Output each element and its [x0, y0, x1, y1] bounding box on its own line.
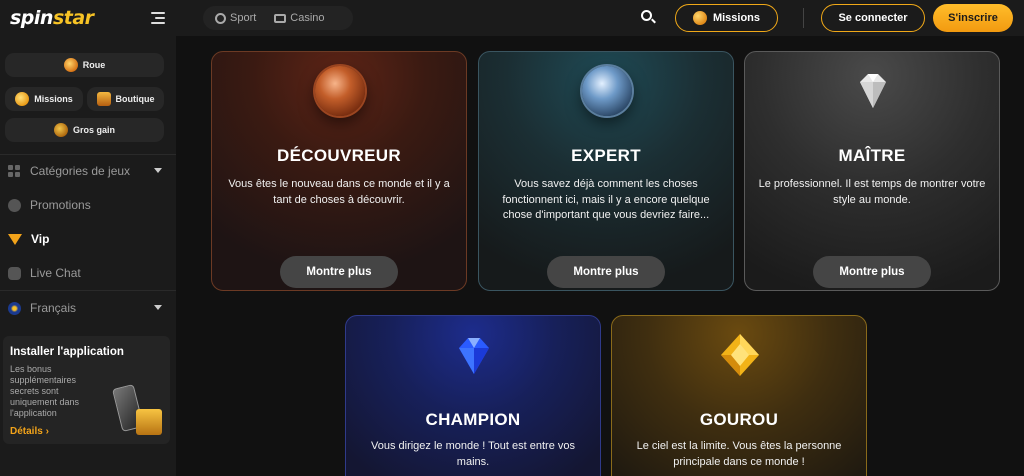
- promo-icon: [8, 198, 21, 212]
- sidebar: Roue Missions Boutique Gros gain Catégor…: [0, 36, 176, 476]
- gold-gem-icon: [721, 334, 759, 376]
- level-description: Le ciel est la limite. Vous êtes la pers…: [636, 440, 842, 468]
- cookie-icon: [53, 123, 68, 137]
- coin-icon: [15, 92, 30, 106]
- level-description: Le professionnel. Il est temps de montre…: [758, 178, 986, 206]
- level-description: Vous êtes le nouveau dans ce monde et il…: [228, 178, 450, 206]
- sidebar-quick-boutique[interactable]: Boutique: [87, 87, 164, 111]
- bronze-medal-icon: [315, 66, 365, 116]
- nav-casino[interactable]: Casino: [274, 12, 325, 24]
- top-nav: Sport Casino: [203, 6, 353, 30]
- logo-text-spin: spin: [10, 7, 53, 29]
- sidebar-quick-label: Gros gain: [72, 125, 115, 135]
- chest-icon: [96, 92, 111, 106]
- sidebar-quick-missions[interactable]: Missions: [5, 87, 83, 111]
- missions-button-label: Missions: [712, 12, 761, 24]
- install-app-card[interactable]: Installer l'application Les bonus supplé…: [3, 336, 170, 444]
- language-selector[interactable]: Français: [8, 298, 168, 318]
- missions-button[interactable]: Missions: [675, 4, 778, 32]
- level-card-champion: CHAMPION Vous dirigez le monde ! Tout es…: [345, 315, 601, 476]
- header-divider: [803, 8, 804, 28]
- menu-toggle-icon[interactable]: [151, 12, 167, 24]
- install-app-text: Les bonus supplémentaires secrets sont u…: [10, 364, 80, 418]
- sidebar-divider: [0, 290, 176, 291]
- signup-button[interactable]: S'inscrire: [933, 4, 1013, 32]
- white-diamond-icon: [860, 74, 886, 108]
- level-card-gourou: GOUROU Le ciel est la limite. Vous êtes …: [611, 315, 867, 476]
- sidebar-item-label: Live Chat: [30, 266, 81, 280]
- level-description: Vous savez déjà comment les choses fonct…: [502, 178, 710, 221]
- silver-medal-icon: [582, 66, 632, 116]
- sidebar-item-live-chat[interactable]: Live Chat: [8, 263, 168, 283]
- login-button[interactable]: Se connecter: [821, 4, 925, 32]
- chevron-down-icon: [154, 168, 162, 173]
- diamond-icon: [8, 233, 22, 245]
- chat-icon: [8, 266, 21, 280]
- grid-icon: [8, 164, 21, 178]
- show-more-button[interactable]: Montre plus: [813, 256, 931, 288]
- coin-icon: [692, 11, 707, 25]
- sidebar-item-vip[interactable]: Vip: [8, 229, 168, 249]
- show-more-button[interactable]: Montre plus: [547, 256, 665, 288]
- nav-casino-label: Casino: [290, 12, 325, 24]
- casino-icon: [274, 13, 287, 23]
- level-title: EXPERT: [571, 146, 641, 165]
- sidebar-item-label: Catégories de jeux: [30, 164, 131, 178]
- install-details-label: Détails: [10, 426, 43, 437]
- sidebar-quick-label: Boutique: [115, 94, 155, 104]
- vip-levels: DÉCOUVREUR Vous êtes le nouveau dans ce …: [176, 36, 1024, 476]
- nav-sport[interactable]: Sport: [215, 12, 256, 24]
- level-card-decouvreur: DÉCOUVREUR Vous êtes le nouveau dans ce …: [211, 51, 467, 291]
- logo[interactable]: spinstar: [10, 7, 94, 29]
- sidebar-item-label: Promotions: [30, 198, 91, 212]
- level-title: MAÎTRE: [838, 146, 906, 165]
- sidebar-divider: [0, 154, 176, 155]
- show-more-button[interactable]: Montre plus: [280, 256, 398, 288]
- sidebar-quick-label: Roue: [82, 60, 106, 70]
- sidebar-quick-label: Missions: [34, 94, 73, 104]
- search-icon[interactable]: [641, 10, 656, 24]
- install-details-link[interactable]: Détails ›: [10, 426, 49, 437]
- logo-text-star: star: [52, 7, 94, 29]
- top-bar: spinstar Sport Casino Missions Se connec…: [0, 0, 1024, 36]
- wheel-icon: [63, 58, 78, 72]
- level-card-expert: EXPERT Vous savez déjà comment les chose…: [478, 51, 734, 291]
- language-label: Français: [30, 301, 77, 315]
- sidebar-quick-gros-gain[interactable]: Gros gain: [5, 118, 164, 142]
- level-card-maitre: MAÎTRE Le professionnel. Il est temps de…: [744, 51, 1000, 291]
- sidebar-item-label: Vip: [31, 232, 50, 246]
- sidebar-quick-roue[interactable]: Roue: [5, 53, 164, 77]
- gift-box-icon: [136, 409, 162, 435]
- blue-diamond-icon: [459, 338, 489, 374]
- install-app-title: Installer l'application: [10, 346, 124, 358]
- level-title: DÉCOUVREUR: [277, 146, 401, 165]
- nav-sport-label: Sport: [230, 12, 257, 24]
- level-title: GOUROU: [699, 410, 779, 429]
- sidebar-item-categories[interactable]: Catégories de jeux: [8, 161, 168, 181]
- chevron-down-icon: [154, 305, 162, 310]
- level-description: Vous dirigez le monde ! Tout est entre v…: [370, 440, 576, 468]
- ball-icon: [215, 12, 226, 24]
- eu-flag-icon: [8, 301, 21, 315]
- sidebar-item-promotions[interactable]: Promotions: [8, 195, 168, 215]
- level-title: CHAMPION: [425, 410, 521, 429]
